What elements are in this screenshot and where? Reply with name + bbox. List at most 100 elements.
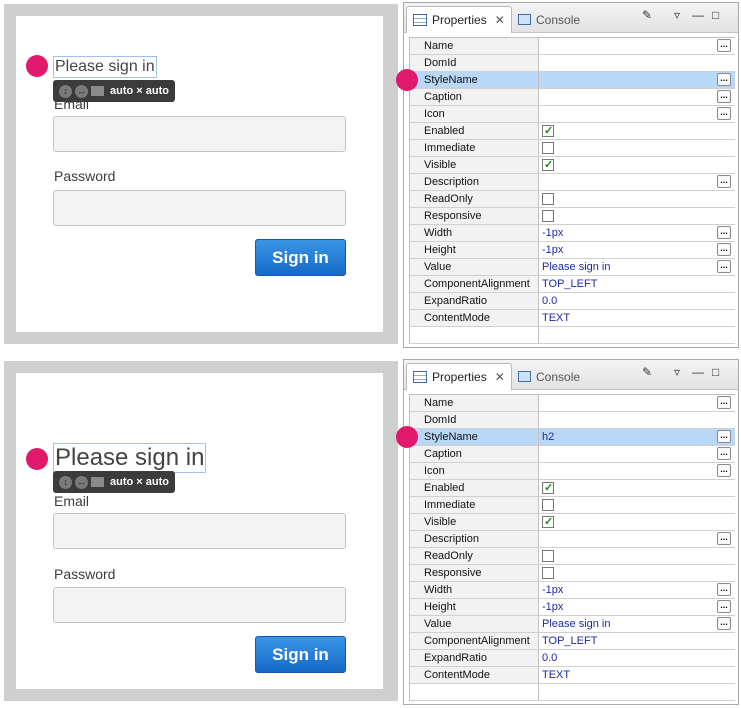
ellipsis-button[interactable]: ... xyxy=(717,39,731,52)
property-row[interactable]: ComponentAlignment TOP_LEFT xyxy=(410,633,735,650)
password-field[interactable] xyxy=(53,190,346,226)
password-field[interactable] xyxy=(53,587,346,623)
property-checkbox[interactable] xyxy=(542,499,554,511)
maximize-icon[interactable]: □ xyxy=(712,8,719,22)
property-value[interactable]: 0.0 xyxy=(539,650,735,666)
property-value[interactable]: ... xyxy=(539,395,735,411)
property-value[interactable]: ... xyxy=(539,174,735,190)
ellipsis-button[interactable]: ... xyxy=(717,430,731,443)
ellipsis-button[interactable]: ... xyxy=(717,107,731,120)
property-value[interactable] xyxy=(539,514,735,531)
property-value[interactable]: ... xyxy=(539,531,735,547)
property-row[interactable]: Description... xyxy=(410,531,735,548)
property-checkbox[interactable] xyxy=(542,480,554,497)
property-value[interactable]: ... xyxy=(539,106,735,122)
property-value[interactable] xyxy=(539,412,735,428)
property-row[interactable]: ContentMode TEXT xyxy=(410,667,735,684)
property-row[interactable]: ReadOnly xyxy=(410,191,735,208)
ellipsis-button[interactable]: ... xyxy=(717,243,731,256)
property-row[interactable]: StyleName... xyxy=(410,72,735,89)
view-menu-icon[interactable]: ▿ xyxy=(674,365,680,379)
ellipsis-button[interactable]: ... xyxy=(717,175,731,188)
maximize-icon[interactable]: □ xyxy=(712,365,719,379)
ellipsis-button[interactable]: ... xyxy=(717,583,731,596)
new-view-icon[interactable]: ✎ xyxy=(642,8,652,22)
property-row[interactable]: Value Please sign in... xyxy=(410,259,735,276)
close-tab-icon[interactable]: ✕ xyxy=(495,13,505,27)
tab-console[interactable]: Console xyxy=(512,363,586,390)
property-value[interactable]: -1px... xyxy=(539,242,735,258)
ellipsis-button[interactable]: ... xyxy=(717,260,731,273)
property-value[interactable] xyxy=(539,208,735,224)
property-value[interactable]: Please sign in... xyxy=(539,616,735,632)
property-row[interactable]: Description... xyxy=(410,174,735,191)
property-value[interactable] xyxy=(539,140,735,156)
property-value[interactable] xyxy=(539,123,735,140)
property-checkbox[interactable] xyxy=(542,210,554,222)
tab-console[interactable]: Console xyxy=(512,6,586,33)
close-tab-icon[interactable]: ✕ xyxy=(495,370,505,384)
property-row[interactable]: DomId xyxy=(410,55,735,72)
property-row[interactable]: ComponentAlignment TOP_LEFT xyxy=(410,276,735,293)
ellipsis-button[interactable]: ... xyxy=(717,447,731,460)
property-value[interactable] xyxy=(539,497,735,513)
ellipsis-button[interactable]: ... xyxy=(717,617,731,630)
property-value[interactable]: ... xyxy=(539,446,735,462)
property-value[interactable]: TEXT xyxy=(539,667,735,683)
property-value[interactable] xyxy=(539,480,735,497)
property-checkbox[interactable] xyxy=(542,514,554,531)
signin-button[interactable]: Sign in xyxy=(255,239,346,276)
property-row[interactable]: ReadOnly xyxy=(410,548,735,565)
property-value[interactable]: -1px... xyxy=(539,225,735,241)
property-row[interactable]: Immediate xyxy=(410,497,735,514)
property-row[interactable]: StyleName h2... xyxy=(410,429,735,446)
ellipsis-button[interactable]: ... xyxy=(717,396,731,409)
property-checkbox[interactable] xyxy=(542,193,554,205)
property-row[interactable]: Width -1px... xyxy=(410,225,735,242)
property-checkbox[interactable] xyxy=(542,123,554,140)
property-row[interactable]: Immediate xyxy=(410,140,735,157)
property-value[interactable]: ... xyxy=(539,89,735,105)
email-field[interactable] xyxy=(53,513,346,549)
property-row[interactable]: ExpandRatio 0.0 xyxy=(410,650,735,667)
ellipsis-button[interactable]: ... xyxy=(717,600,731,613)
property-value[interactable]: ... xyxy=(539,72,735,88)
property-row[interactable]: Caption... xyxy=(410,446,735,463)
property-row[interactable]: Name... xyxy=(410,38,735,55)
property-value[interactable]: TOP_LEFT xyxy=(539,276,735,292)
new-view-icon[interactable]: ✎ xyxy=(642,365,652,379)
minimize-icon[interactable]: — xyxy=(692,365,704,379)
property-row[interactable]: Visible xyxy=(410,157,735,174)
ellipsis-button[interactable]: ... xyxy=(717,90,731,103)
minimize-icon[interactable]: — xyxy=(692,8,704,22)
property-value[interactable]: TOP_LEFT xyxy=(539,633,735,649)
property-checkbox[interactable] xyxy=(542,550,554,562)
property-row[interactable]: Height -1px... xyxy=(410,242,735,259)
property-value[interactable]: h2... xyxy=(539,429,735,445)
property-value[interactable]: TEXT xyxy=(539,310,735,326)
property-value[interactable] xyxy=(539,548,735,564)
property-row[interactable]: Icon... xyxy=(410,106,735,123)
property-row[interactable]: DomId xyxy=(410,412,735,429)
property-row[interactable]: ContentMode TEXT xyxy=(410,310,735,327)
property-value[interactable] xyxy=(539,565,735,581)
property-value[interactable]: 0.0 xyxy=(539,293,735,309)
vertical-resize-icon[interactable]: ↕ xyxy=(59,475,72,489)
ellipsis-button[interactable]: ... xyxy=(717,464,731,477)
property-row[interactable]: Responsive xyxy=(410,208,735,225)
property-row[interactable]: Height -1px... xyxy=(410,599,735,616)
tab-properties[interactable]: Properties ✕ xyxy=(406,363,512,390)
property-row[interactable]: Enabled xyxy=(410,123,735,140)
email-field[interactable] xyxy=(53,116,346,152)
property-row[interactable]: Responsive xyxy=(410,565,735,582)
property-row[interactable]: Visible xyxy=(410,514,735,531)
signin-title-label[interactable]: Please sign in xyxy=(53,56,157,78)
property-row[interactable]: ExpandRatio 0.0 xyxy=(410,293,735,310)
property-value[interactable]: ... xyxy=(539,38,735,54)
property-value[interactable]: ... xyxy=(539,463,735,479)
ellipsis-button[interactable]: ... xyxy=(717,532,731,545)
signin-title-label[interactable]: Please sign in xyxy=(53,443,207,473)
property-row[interactable]: Icon... xyxy=(410,463,735,480)
property-value[interactable] xyxy=(539,157,735,174)
view-menu-icon[interactable]: ▿ xyxy=(674,8,680,22)
